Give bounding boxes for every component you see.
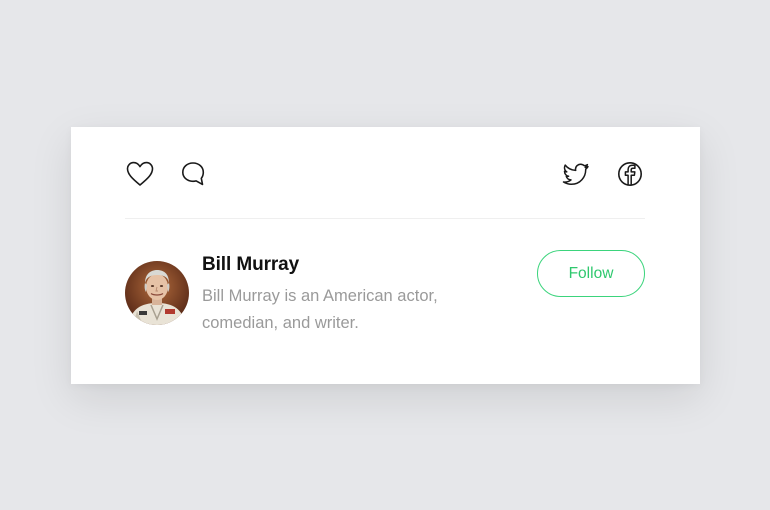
divider [125, 218, 645, 219]
author-name: Bill Murray [202, 254, 300, 275]
facebook-icon[interactable] [615, 160, 645, 188]
heart-icon[interactable] [125, 160, 155, 188]
post-card: Bill Murray Bill Murray is an American a… [71, 127, 700, 384]
comment-icon[interactable] [179, 160, 209, 188]
author-bio: Bill Murray is an American actor, comedi… [202, 287, 438, 332]
avatar[interactable] [125, 261, 189, 325]
author-profile: Bill Murray Bill Murray is an American a… [125, 250, 645, 352]
follow-button[interactable]: Follow [537, 250, 645, 297]
action-bar [125, 160, 645, 188]
twitter-icon[interactable] [561, 160, 591, 188]
